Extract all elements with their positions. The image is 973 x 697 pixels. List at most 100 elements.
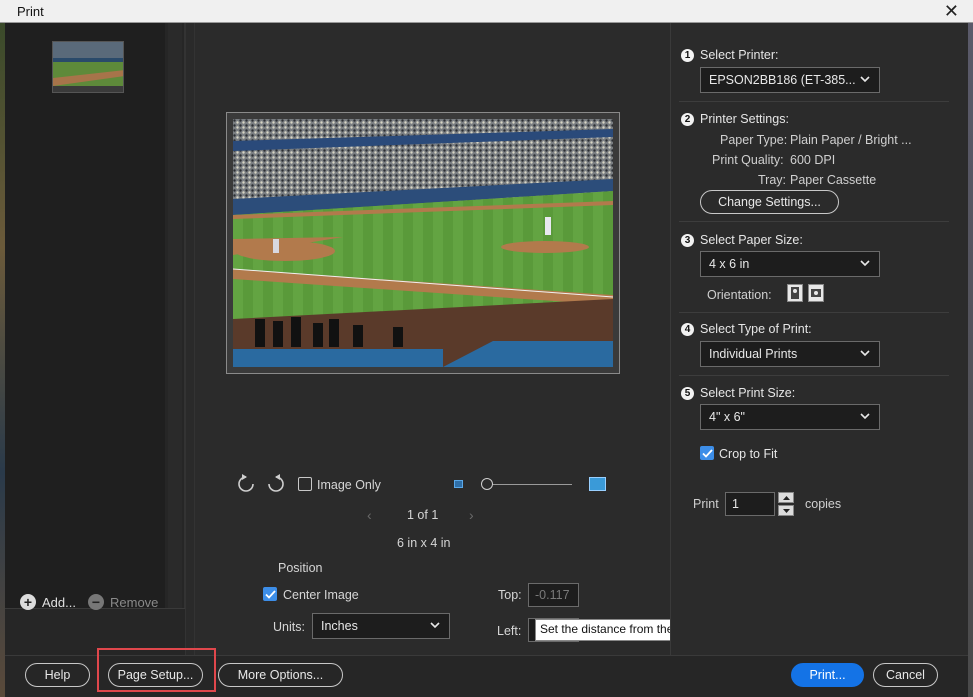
paper-preview — [226, 112, 620, 374]
divider — [679, 101, 949, 102]
print-size-value: 4" x 6" — [709, 410, 745, 424]
step-number: 3 — [681, 233, 694, 247]
print-size-dropdown[interactable]: 4" x 6" — [700, 404, 880, 430]
printer-dropdown[interactable]: EPSON2BB186 (ET-385... — [700, 67, 880, 93]
print-type-dropdown[interactable]: Individual Prints — [700, 341, 880, 367]
zoom-slider-track[interactable] — [486, 484, 572, 485]
top-label: Top: — [498, 588, 522, 602]
close-icon[interactable]: ✕ — [944, 1, 959, 22]
title-bar: Print ✕ — [0, 0, 973, 23]
copies-suffix: copies — [805, 497, 842, 511]
change-settings-button[interactable]: Change Settings... — [700, 190, 839, 214]
chevron-down-icon — [860, 260, 870, 267]
zoom-large-icon[interactable] — [589, 477, 606, 491]
copies-prefix: Print — [693, 497, 719, 511]
step-number: 1 — [681, 48, 694, 62]
chevron-down-icon — [860, 350, 870, 357]
copies-value: 1 — [732, 497, 739, 511]
copies-input[interactable]: 1 — [725, 492, 775, 516]
settings-panel: 1 Select Printer: EPSON2BB186 (ET-385...… — [670, 23, 968, 655]
crop-to-fit-checkbox[interactable] — [700, 446, 714, 460]
print-type-value: Individual Prints — [709, 347, 798, 361]
print-size-label: Select Print Size: — [700, 386, 796, 400]
stepper-up-icon[interactable] — [778, 492, 794, 503]
units-dropdown[interactable]: Inches — [312, 613, 450, 639]
remove-label: Remove — [110, 594, 159, 610]
step-number: 2 — [681, 112, 694, 126]
paper-size-value: 4 x 6 in — [709, 257, 750, 271]
chevron-down-icon — [860, 413, 870, 420]
baseball-photo-icon — [233, 119, 613, 367]
printer-value: EPSON2BB186 (ET-385... — [709, 73, 856, 87]
checkmark-icon — [701, 448, 713, 458]
center-image-checkbox[interactable] — [263, 587, 277, 601]
thumbnail-image-icon — [53, 42, 123, 92]
paper-size-heading: 3 Select Paper Size: — [681, 233, 803, 247]
thumbnail-list — [5, 23, 165, 608]
landscape-orientation-icon[interactable] — [808, 284, 824, 302]
preview-area: Image Only ‹ 1 of 1 › 6 in x 4 in Positi… — [195, 23, 733, 655]
photo-thumbnail[interactable] — [52, 41, 124, 93]
tray-value: Paper Cassette — [790, 173, 877, 187]
print-quality-key: Print Quality: — [712, 153, 784, 167]
remove-button[interactable]: − Remove — [88, 594, 158, 610]
thumbnail-scrollbar[interactable] — [168, 23, 182, 608]
print-type-label: Select Type of Print: — [700, 322, 812, 336]
previous-page-icon[interactable]: ‹ — [367, 507, 372, 523]
center-image-label: Center Image — [283, 588, 359, 602]
cancel-button[interactable]: Cancel — [873, 663, 938, 687]
minus-icon: − — [88, 594, 104, 610]
top-value: -0.117 — [535, 588, 570, 602]
highlight-box — [97, 648, 216, 692]
chevron-down-icon — [860, 76, 870, 83]
left-label: Left: — [497, 624, 522, 638]
photo-preview[interactable] — [233, 119, 613, 367]
thumbnail-panel — [5, 23, 185, 655]
copies-stepper[interactable] — [778, 492, 794, 516]
paper-size-label: Select Paper Size: — [700, 233, 803, 247]
window-title: Print — [17, 4, 44, 19]
add-label: Add... — [42, 594, 76, 610]
more-options-button[interactable]: More Options... — [218, 663, 343, 687]
image-only-checkbox[interactable] — [298, 477, 312, 491]
paper-size-dropdown[interactable]: 4 x 6 in — [700, 251, 880, 277]
top-input[interactable]: -0.117 — [528, 583, 579, 607]
checkmark-icon — [264, 589, 276, 599]
help-button[interactable]: Help — [25, 663, 90, 687]
crop-to-fit-label: Crop to Fit — [719, 447, 778, 461]
zoom-small-icon[interactable] — [454, 480, 463, 488]
select-printer-heading: 1 Select Printer: — [681, 48, 779, 62]
rotate-right-icon[interactable] — [266, 474, 286, 494]
plus-icon: + — [20, 594, 36, 610]
chevron-down-icon — [430, 622, 440, 629]
next-page-icon[interactable]: › — [469, 507, 474, 523]
portrait-orientation-icon[interactable] — [787, 284, 803, 302]
position-header: Position — [278, 561, 323, 575]
print-size-heading: 5 Select Print Size: — [681, 386, 795, 400]
background-edge-right — [968, 23, 973, 697]
orientation-label: Orientation: — [707, 288, 772, 302]
image-only-label: Image Only — [317, 478, 381, 492]
step-number: 4 — [681, 322, 694, 336]
print-button[interactable]: Print... — [791, 663, 864, 687]
paper-type-value: Plain Paper / Bright ... — [790, 133, 912, 147]
step-number: 5 — [681, 386, 694, 400]
stepper-down-icon[interactable] — [778, 505, 794, 516]
rotate-left-icon[interactable] — [236, 474, 256, 494]
add-button[interactable]: + Add... — [20, 594, 76, 610]
panel-splitter[interactable] — [185, 23, 195, 655]
print-type-heading: 4 Select Type of Print: — [681, 322, 812, 336]
zoom-slider-handle[interactable] — [481, 478, 493, 490]
divider — [679, 312, 949, 313]
divider — [679, 375, 949, 376]
page-size-label: 6 in x 4 in — [397, 536, 451, 550]
units-value: Inches — [321, 619, 358, 633]
page-indicator: 1 of 1 — [407, 508, 439, 522]
tray-key: Tray: — [758, 173, 787, 187]
select-printer-label: Select Printer: — [700, 48, 779, 62]
divider — [679, 221, 949, 222]
printer-settings-label: Printer Settings: — [700, 112, 789, 126]
printer-settings-heading: 2 Printer Settings: — [681, 112, 789, 126]
print-quality-value: 600 DPI — [790, 153, 836, 167]
paper-type-key: Paper Type: — [720, 133, 788, 147]
